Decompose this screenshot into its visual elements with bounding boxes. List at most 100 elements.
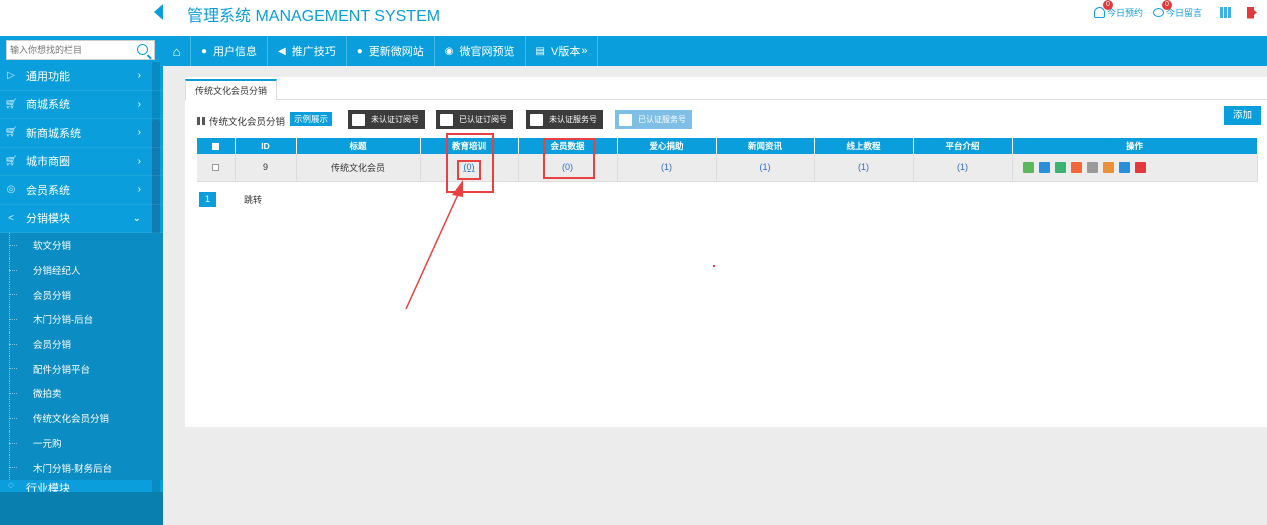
love-link[interactable]: (1) — [661, 162, 672, 172]
sidebar-item-mall[interactable]: 🛒︎ 商城系统 › — [0, 91, 163, 119]
page-title: 管理系统 MANAGEMENT SYSTEM — [187, 8, 441, 25]
column-header: 操作 — [1012, 138, 1258, 154]
page-jump-button[interactable]: 跳转 — [244, 193, 262, 206]
news-cell: (1) — [716, 154, 815, 182]
pencil-icon[interactable] — [1118, 161, 1130, 173]
app-header: 管理系统 MANAGEMENT SYSTEM 0 今日预约 0 今日留言 — [163, 0, 1267, 36]
add-button[interactable]: 添加 — [1223, 106, 1261, 125]
sidebar-subitem-label: 木门分销-后台 — [33, 315, 94, 327]
user-x-icon — [530, 113, 543, 126]
chevron-down-icon: ⌄ — [132, 212, 141, 224]
intro-link[interactable]: (1) — [957, 162, 968, 172]
trash-icon[interactable] — [1134, 161, 1146, 173]
sidebar-logo-area — [0, 0, 163, 36]
row-checkbox[interactable] — [212, 164, 220, 172]
sidebar-subitem[interactable]: 软文分销 — [0, 233, 163, 258]
page-current[interactable]: 1 — [199, 192, 216, 207]
topnav-label: 用户信息 — [213, 46, 258, 58]
sidebar-item-new-mall[interactable]: 🛒︎ 新商城系统 › — [0, 119, 163, 148]
topnav-user-info[interactable]: ● 用户信息 — [191, 36, 269, 66]
sidebar-item-general[interactable]: ▷ 通用功能 › — [0, 62, 163, 91]
sidebar-item-label: 分销模块 — [26, 213, 70, 226]
verified-service-button[interactable]: 已认证服务号 — [615, 110, 692, 129]
logout-button[interactable] — [1247, 6, 1257, 19]
qr-code-icon — [1220, 7, 1231, 18]
topnav-update-site[interactable]: ● 更新微网站 — [347, 36, 435, 66]
industry-icon: ◌ — [8, 479, 14, 491]
today-appointments-label: 今日预约 — [1106, 8, 1143, 18]
logout-icon — [1247, 6, 1257, 19]
globe-icon: ● — [356, 45, 363, 57]
today-messages-label: 今日留言 — [1165, 8, 1202, 18]
sidebar-item-distribution[interactable]: < 分销模块 ⌄ — [0, 205, 163, 233]
topnav-label: 微官网预览 — [459, 46, 515, 58]
title-cell: 传统文化会员 — [296, 154, 421, 182]
sidebar-subitem[interactable]: 木门分销-财务后台 — [0, 455, 163, 480]
top-nav-bar: ⌂ ● 用户信息 ◀ 推广技巧 ● 更新微网站 ◉ 微官网预览 ▤ V版本» — [163, 36, 1267, 66]
tab-active[interactable]: 传统文化会员分销 — [185, 79, 278, 101]
main-panel: 传统文化会员分销 传统文化会员分销 示例展示 未认证订阅号 已认证订阅号 未认证… — [185, 77, 1267, 427]
table-header-row: ID 标题 教育培训 会员数据 爱心捐助 新闻资讯 线上教程 平台介绍 操作 — [197, 138, 1258, 154]
sidebar-subitem-label: 传统文化会员分销 — [33, 414, 110, 426]
sidebar-subitem[interactable]: 传统文化会员分销 — [0, 405, 163, 431]
image-icon[interactable] — [1086, 161, 1098, 173]
topnav-promotion-tips[interactable]: ◀ 推广技巧 — [268, 36, 347, 66]
chevron-right-icon: › — [137, 98, 141, 110]
sidebar-subitem[interactable]: 木门分销-后台 — [0, 307, 163, 332]
sidebar-subitem-label: 木门分销-财务后台 — [33, 463, 113, 475]
news-link[interactable]: (1) — [760, 162, 771, 172]
chevron-right-icon: › — [137, 70, 141, 82]
verified-subscription-button[interactable]: 已认证订阅号 — [436, 110, 513, 129]
messages-badge: 0 — [1161, 0, 1172, 10]
intro-cell: (1) — [913, 154, 1013, 182]
sidebar-item-city-circle[interactable]: 🛒︎ 城市商圈 › — [0, 148, 163, 176]
user-check-icon — [619, 113, 632, 126]
person-icon — [1093, 7, 1105, 18]
sidebar: ▷ 通用功能 › 🛒︎ 商城系统 › 🛒︎ 新商城系统 › 🛒︎ 城市商圈 › … — [0, 0, 163, 525]
demo-button[interactable]: 示例展示 — [290, 112, 333, 126]
page-jump-input[interactable] — [216, 192, 244, 207]
sidebar-subitem-label: 微拍卖 — [33, 389, 62, 401]
unverified-subscription-button[interactable]: 未认证订阅号 — [348, 110, 425, 129]
collapse-toggle-icon[interactable] — [154, 4, 163, 20]
topnav-version[interactable]: ▤ V版本» — [526, 36, 599, 66]
list-icon[interactable] — [1102, 161, 1114, 173]
today-appointments-link[interactable]: 0 今日预约 — [1093, 0, 1143, 19]
qr-code-button[interactable] — [1220, 7, 1231, 18]
topnav-site-preview[interactable]: ◉ 微官网预览 — [435, 36, 526, 66]
sidebar-subitem[interactable]: 分销经纪人 — [0, 257, 163, 283]
sidebar-subitem[interactable]: 配件分销平台 — [0, 356, 163, 381]
chevron-right-icon: › — [137, 184, 141, 196]
sidebar-subitem[interactable]: 一元购 — [0, 430, 163, 456]
topnav-label: 推广技巧 — [291, 46, 336, 58]
unverified-service-button[interactable]: 未认证服务号 — [526, 110, 603, 129]
cart-icon: 🛒︎ — [4, 127, 18, 139]
home-button[interactable]: ⌂ — [163, 36, 191, 66]
tab-strip: 传统文化会员分销 — [185, 77, 1267, 101]
sidebar-nav: ▷ 通用功能 › 🛒︎ 商城系统 › 🛒︎ 新商城系统 › 🛒︎ 城市商圈 › … — [0, 62, 163, 494]
filter-label: 已认证订阅号 — [459, 115, 507, 124]
course-link[interactable]: (1) — [858, 162, 869, 172]
sidebar-subitem[interactable]: 会员分销 — [0, 331, 163, 357]
sidebar-item-member[interactable]: ◎ 会员系统 › — [0, 176, 163, 205]
select-all-checkbox[interactable] — [197, 138, 236, 154]
operations-cell — [1012, 154, 1258, 182]
today-messages-link[interactable]: 0 今日留言 — [1152, 0, 1202, 19]
checkbox[interactable] — [212, 143, 220, 151]
cart-icon: 🛒︎ — [4, 155, 18, 167]
share-icon[interactable] — [1054, 161, 1066, 173]
sidebar-subitem-label: 一元购 — [33, 438, 62, 450]
sidebar-subitem[interactable]: 会员分销 — [0, 282, 163, 307]
annotation-box-member-column — [543, 138, 595, 179]
view-icon[interactable] — [1022, 161, 1034, 173]
sidebar-search-input[interactable] — [7, 41, 127, 59]
sidebar-subitem[interactable]: 微拍卖 — [0, 381, 163, 406]
sidebar-item-label: 通用功能 — [26, 70, 70, 83]
document-icon — [352, 113, 365, 126]
eye-icon: ◉ — [444, 45, 454, 57]
vip-icon: ◎ — [6, 184, 16, 196]
gift-icon[interactable] — [1070, 161, 1082, 173]
sidebar-item-label: 城市商圈 — [26, 156, 70, 169]
edit-icon[interactable] — [1038, 161, 1050, 173]
search-icon[interactable] — [137, 44, 148, 55]
